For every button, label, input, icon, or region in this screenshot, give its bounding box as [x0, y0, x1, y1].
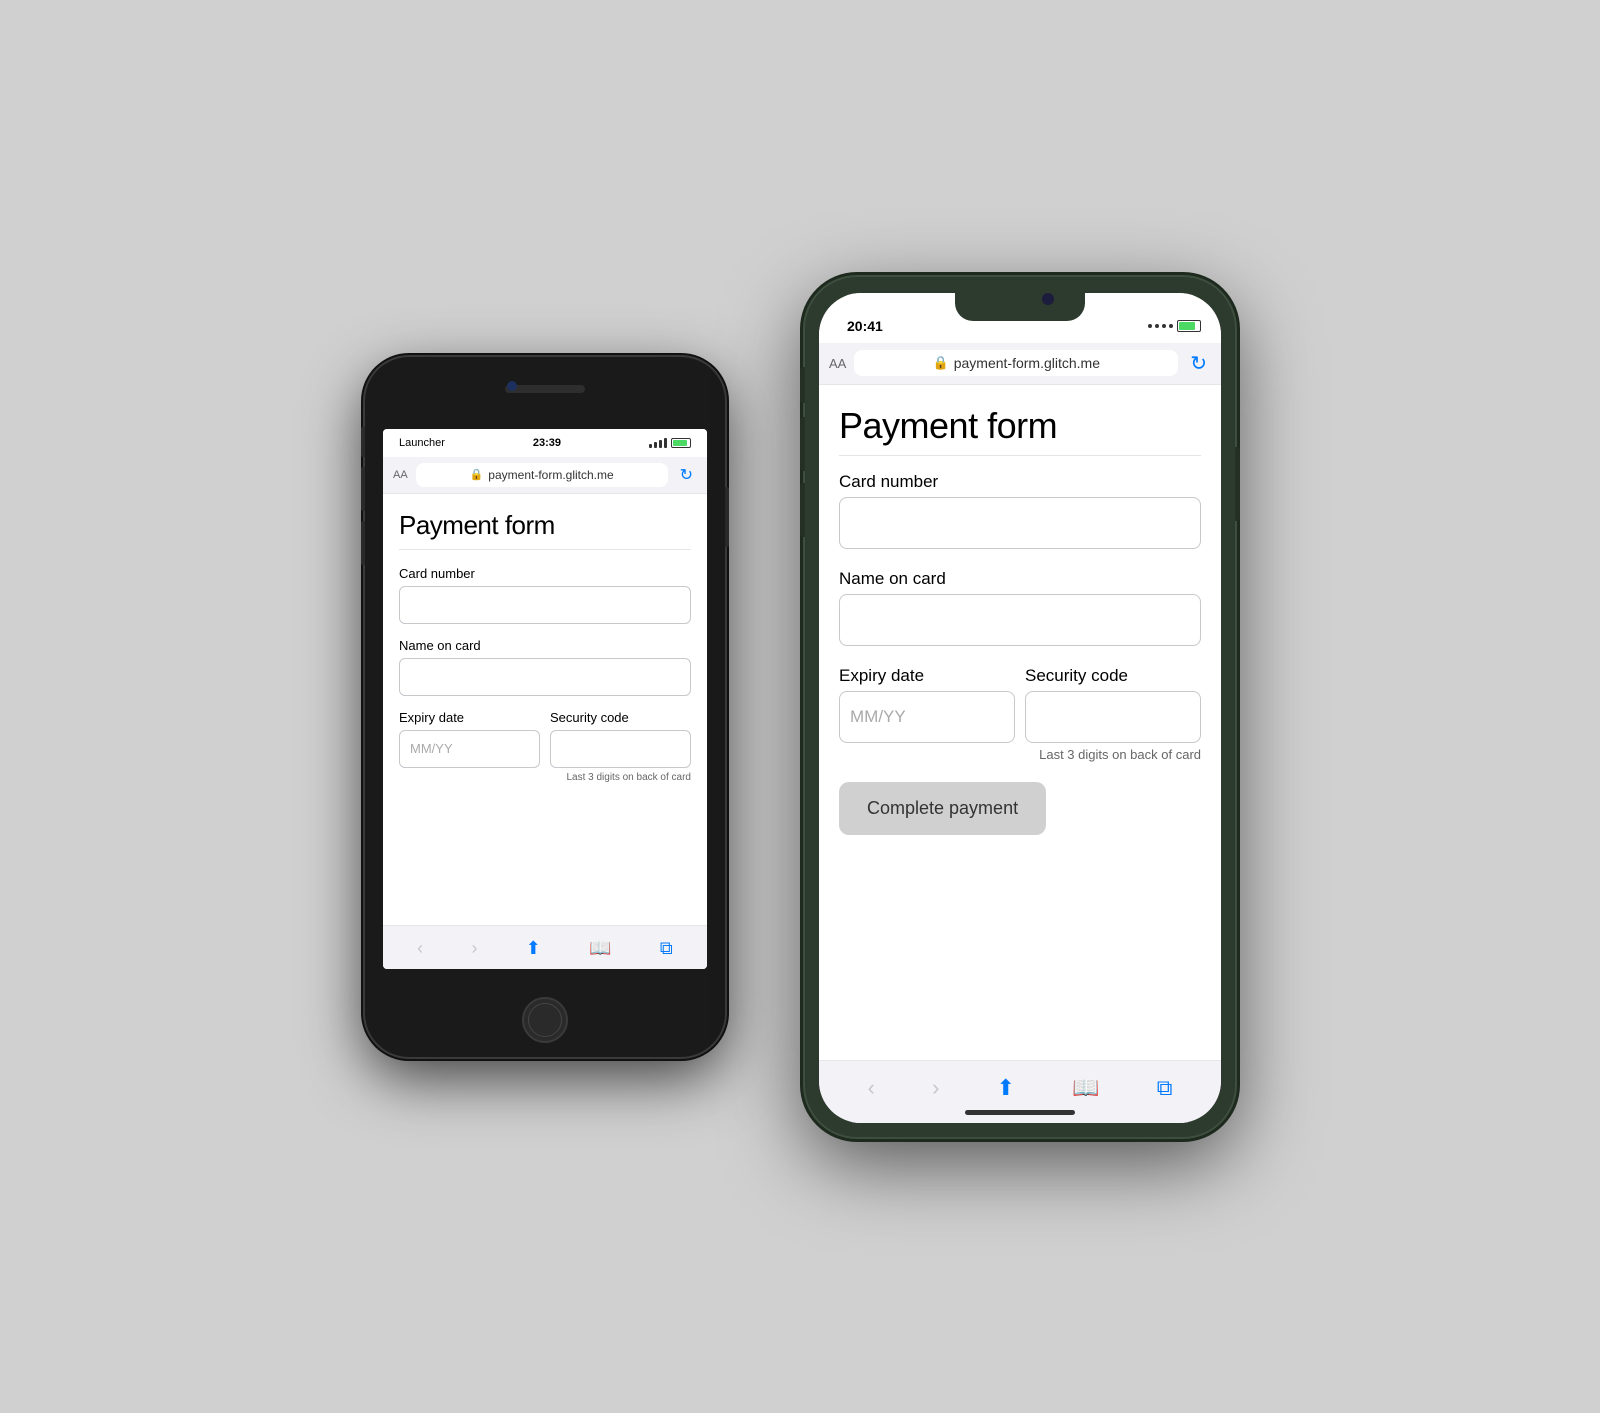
expiry-security-row: Expiry date Security code Last 3 digits …: [399, 710, 691, 797]
status-left: Launcher: [399, 437, 445, 449]
security-input[interactable]: [550, 730, 691, 768]
status-bar: Launcher 23:39: [383, 429, 707, 457]
front-camera: [1042, 293, 1054, 305]
url-bar[interactable]: AA 🔒 payment-form.glitch.me ↻: [819, 343, 1221, 385]
mute-button[interactable]: [361, 427, 365, 457]
refresh-button[interactable]: ↻: [676, 463, 697, 487]
card-number-input[interactable]: [839, 497, 1201, 549]
power-button[interactable]: [1235, 447, 1240, 521]
card-number-field: Card number: [399, 566, 691, 638]
status-time: 20:41: [847, 318, 883, 334]
iphone7-screen: Launcher 23:39 AA: [383, 429, 707, 969]
refresh-button[interactable]: ↻: [1186, 349, 1211, 378]
home-indicator: [965, 1110, 1075, 1115]
status-right: [1148, 320, 1201, 332]
url-bar[interactable]: AA 🔒 payment-form.glitch.me ↻: [383, 457, 707, 494]
forward-button[interactable]: ›: [463, 934, 485, 963]
home-button[interactable]: [522, 997, 568, 1043]
forward-button[interactable]: ›: [924, 1071, 947, 1105]
volume-down-button[interactable]: [361, 521, 365, 565]
time-label: 20:41: [847, 318, 883, 334]
front-camera: [507, 381, 517, 391]
url-text: payment-form.glitch.me: [954, 355, 1100, 371]
status-right: [649, 438, 691, 448]
name-field: Name on card: [399, 638, 691, 710]
volume-up-button[interactable]: [361, 467, 365, 511]
safari-navigation: ‹ › ⬆ 📖 ⧉: [383, 925, 707, 969]
volume-up-button[interactable]: [800, 417, 805, 471]
lock-icon: 🔒: [470, 468, 484, 481]
security-hint: Last 3 digits on back of card: [1025, 747, 1201, 762]
expiry-security-row: Expiry date Security code Last 3 digits …: [839, 666, 1201, 782]
speaker-bar: [505, 385, 585, 393]
expiry-label: Expiry date: [399, 710, 540, 725]
name-label: Name on card: [839, 569, 1201, 589]
security-field: Security code Last 3 digits on back of c…: [550, 710, 691, 797]
battery-icon: [671, 438, 691, 448]
signal-icon: [1148, 324, 1173, 328]
title-divider: [399, 549, 691, 550]
security-hint: Last 3 digits on back of card: [550, 772, 691, 783]
battery-icon: [1177, 320, 1201, 332]
card-number-input[interactable]: [399, 586, 691, 624]
iphone7-device: Launcher 23:39 AA: [365, 357, 725, 1057]
page-content: Payment form Card number Name on card Ex…: [819, 385, 1221, 1060]
expiry-input[interactable]: [839, 691, 1015, 743]
name-input[interactable]: [839, 594, 1201, 646]
page-title: Payment form: [399, 510, 691, 541]
name-input[interactable]: [399, 658, 691, 696]
iphone11-screen: 20:41 AA 🔒 payment-form.glitch.me: [819, 293, 1221, 1123]
name-label: Name on card: [399, 638, 691, 653]
notch: [955, 293, 1085, 321]
address-bar[interactable]: 🔒 payment-form.glitch.me: [854, 350, 1178, 376]
url-text: payment-form.glitch.me: [488, 468, 613, 482]
lock-icon: 🔒: [933, 355, 949, 371]
tabs-button[interactable]: ⧉: [652, 934, 681, 963]
address-bar[interactable]: 🔒 payment-form.glitch.me: [416, 463, 668, 487]
carrier-label: Launcher: [399, 437, 445, 449]
card-number-label: Card number: [399, 566, 691, 581]
aa-label[interactable]: AA: [393, 469, 408, 481]
battery-fill: [673, 440, 687, 446]
share-button[interactable]: ⬆: [518, 934, 549, 963]
battery-fill: [1179, 322, 1195, 330]
bookmarks-button[interactable]: 📖: [581, 934, 619, 963]
card-number-label: Card number: [839, 472, 1201, 492]
aa-label[interactable]: AA: [829, 356, 846, 371]
expiry-field: Expiry date: [839, 666, 1015, 782]
expiry-field: Expiry date: [399, 710, 540, 797]
security-label: Security code: [1025, 666, 1201, 686]
mute-button[interactable]: [800, 367, 805, 403]
status-time: 23:39: [533, 437, 561, 449]
security-field: Security code Last 3 digits on back of c…: [1025, 666, 1201, 782]
title-divider: [839, 455, 1201, 456]
expiry-label: Expiry date: [839, 666, 1015, 686]
security-label: Security code: [550, 710, 691, 725]
iphone11-device: 20:41 AA 🔒 payment-form.glitch.me: [805, 277, 1235, 1137]
complete-payment-button[interactable]: Complete payment: [839, 782, 1046, 835]
volume-down-button[interactable]: [800, 483, 805, 537]
tabs-button[interactable]: ⧉: [1149, 1071, 1181, 1105]
power-button[interactable]: [725, 487, 729, 547]
page-content: Payment form Card number Name on card Ex…: [383, 494, 707, 925]
card-number-field: Card number: [839, 472, 1201, 569]
bookmarks-button[interactable]: 📖: [1064, 1071, 1107, 1105]
security-input[interactable]: [1025, 691, 1201, 743]
signal-icon: [649, 438, 667, 448]
page-title: Payment form: [839, 405, 1201, 447]
expiry-input[interactable]: [399, 730, 540, 768]
name-field: Name on card: [839, 569, 1201, 666]
share-button[interactable]: ⬆: [989, 1071, 1023, 1105]
back-button[interactable]: ‹: [409, 934, 431, 963]
back-button[interactable]: ‹: [860, 1071, 883, 1105]
